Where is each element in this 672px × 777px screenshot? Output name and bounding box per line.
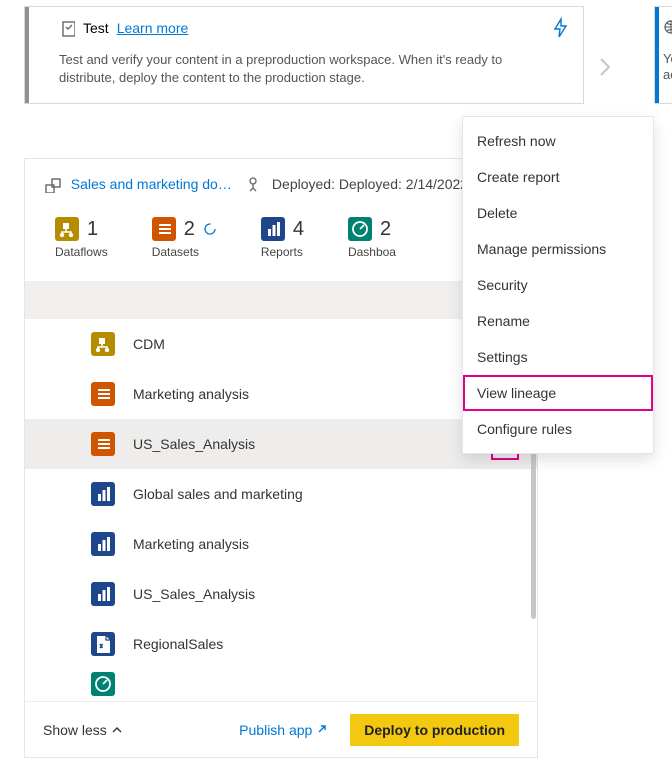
- menu-rename[interactable]: Rename: [463, 303, 653, 339]
- report-icon: [91, 532, 115, 556]
- refresh-circle-icon: [203, 222, 217, 236]
- banner-accent: [25, 7, 29, 103]
- stat-datasets[interactable]: 2 Datasets: [152, 217, 217, 259]
- list-item[interactable]: Marketing analysis: [25, 369, 537, 419]
- report-icon: [91, 582, 115, 606]
- item-name: Marketing analysis: [133, 386, 249, 402]
- banner-body: Test and verify your content in a prepro…: [59, 51, 559, 87]
- list-item[interactable]: US_Sales_Analysis: [25, 569, 537, 619]
- chevron-up-icon: [111, 725, 123, 735]
- item-name: CDM: [133, 336, 165, 352]
- context-menu: Refresh now Create report Delete Manage …: [462, 116, 654, 454]
- next-stage-panel: Yo ac: [654, 6, 672, 104]
- menu-refresh-now[interactable]: Refresh now: [463, 123, 653, 159]
- card-footer: Show less Publish app Deploy to producti…: [25, 701, 537, 757]
- external-link-icon: [316, 723, 328, 735]
- stat-reports[interactable]: 4 Reports: [261, 217, 304, 259]
- deploy-button[interactable]: Deploy to production: [350, 714, 519, 746]
- list-item[interactable]: CDM: [25, 319, 537, 369]
- workspace-card: Sales and marketing doc... Deployed: Dep…: [24, 158, 538, 758]
- menu-security[interactable]: Security: [463, 267, 653, 303]
- stat-dataflows[interactable]: 1 Dataflows: [55, 217, 108, 259]
- stat-dashboards[interactable]: 2 Dashboa: [348, 217, 396, 259]
- test-banner: Test Learn more Test and verify your con…: [24, 6, 584, 104]
- banner-title: Test: [83, 20, 109, 36]
- panel-accent: [655, 7, 659, 103]
- dataflow-icon: [55, 217, 79, 241]
- item-name: Marketing analysis: [133, 536, 249, 552]
- menu-settings[interactable]: Settings: [463, 339, 653, 375]
- publish-label: Publish app: [239, 722, 312, 738]
- list-item[interactable]: [25, 669, 537, 699]
- stat-count: 4: [293, 218, 304, 241]
- dataflow-icon: [91, 332, 115, 356]
- panel-text-2: ac: [663, 67, 672, 82]
- menu-create-report[interactable]: Create report: [463, 159, 653, 195]
- workspace-icon: [43, 175, 61, 193]
- excel-icon: [91, 632, 115, 656]
- panel-text-1: Yo: [663, 51, 672, 66]
- list-item[interactable]: RegionalSales: [25, 619, 537, 669]
- publish-app-link[interactable]: Publish app: [239, 722, 328, 738]
- flash-icon[interactable]: [551, 17, 569, 42]
- item-name: Global sales and marketing: [133, 486, 303, 502]
- report-icon: [91, 482, 115, 506]
- chevron-right-icon[interactable]: [598, 56, 612, 83]
- menu-manage-permissions[interactable]: Manage permissions: [463, 231, 653, 267]
- list-item[interactable]: Marketing analysis: [25, 519, 537, 569]
- stat-count: 2: [380, 218, 391, 241]
- dataset-icon: [152, 217, 176, 241]
- list-item[interactable]: US_Sales_Analysis: [25, 419, 537, 469]
- stat-label: Datasets: [152, 245, 217, 259]
- report-icon: [261, 217, 285, 241]
- dashboard-icon: [348, 217, 372, 241]
- show-less-label: Show less: [43, 722, 107, 738]
- stat-label: Dashboa: [348, 245, 396, 259]
- dataset-icon: [91, 432, 115, 456]
- item-name: US_Sales_Analysis: [133, 586, 255, 602]
- item-name: RegionalSales: [133, 636, 223, 652]
- workspace-title[interactable]: Sales and marketing doc...: [71, 176, 234, 192]
- menu-delete[interactable]: Delete: [463, 195, 653, 231]
- globe-icon: [663, 19, 672, 38]
- stats-row: 1 Dataflows 2 Datasets 4 Reports 2 Da: [25, 193, 537, 267]
- menu-configure-rules[interactable]: Configure rules: [463, 411, 653, 447]
- test-icon: [59, 19, 75, 37]
- artifact-list: CDM Marketing analysis US_Sales_Analysis…: [25, 319, 537, 699]
- stat-label: Reports: [261, 245, 304, 259]
- learn-more-link[interactable]: Learn more: [117, 20, 189, 36]
- stat-count: 2: [184, 218, 195, 241]
- show-less-toggle[interactable]: Show less: [43, 722, 123, 738]
- dashboard-icon: [91, 672, 115, 696]
- stat-count: 1: [87, 218, 98, 241]
- menu-view-lineage[interactable]: View lineage: [463, 375, 653, 411]
- list-header-band: [25, 281, 537, 319]
- item-name: US_Sales_Analysis: [133, 436, 255, 452]
- deployed-icon: [244, 175, 262, 193]
- list-item[interactable]: Global sales and marketing: [25, 469, 537, 519]
- dataset-icon: [91, 382, 115, 406]
- stat-label: Dataflows: [55, 245, 108, 259]
